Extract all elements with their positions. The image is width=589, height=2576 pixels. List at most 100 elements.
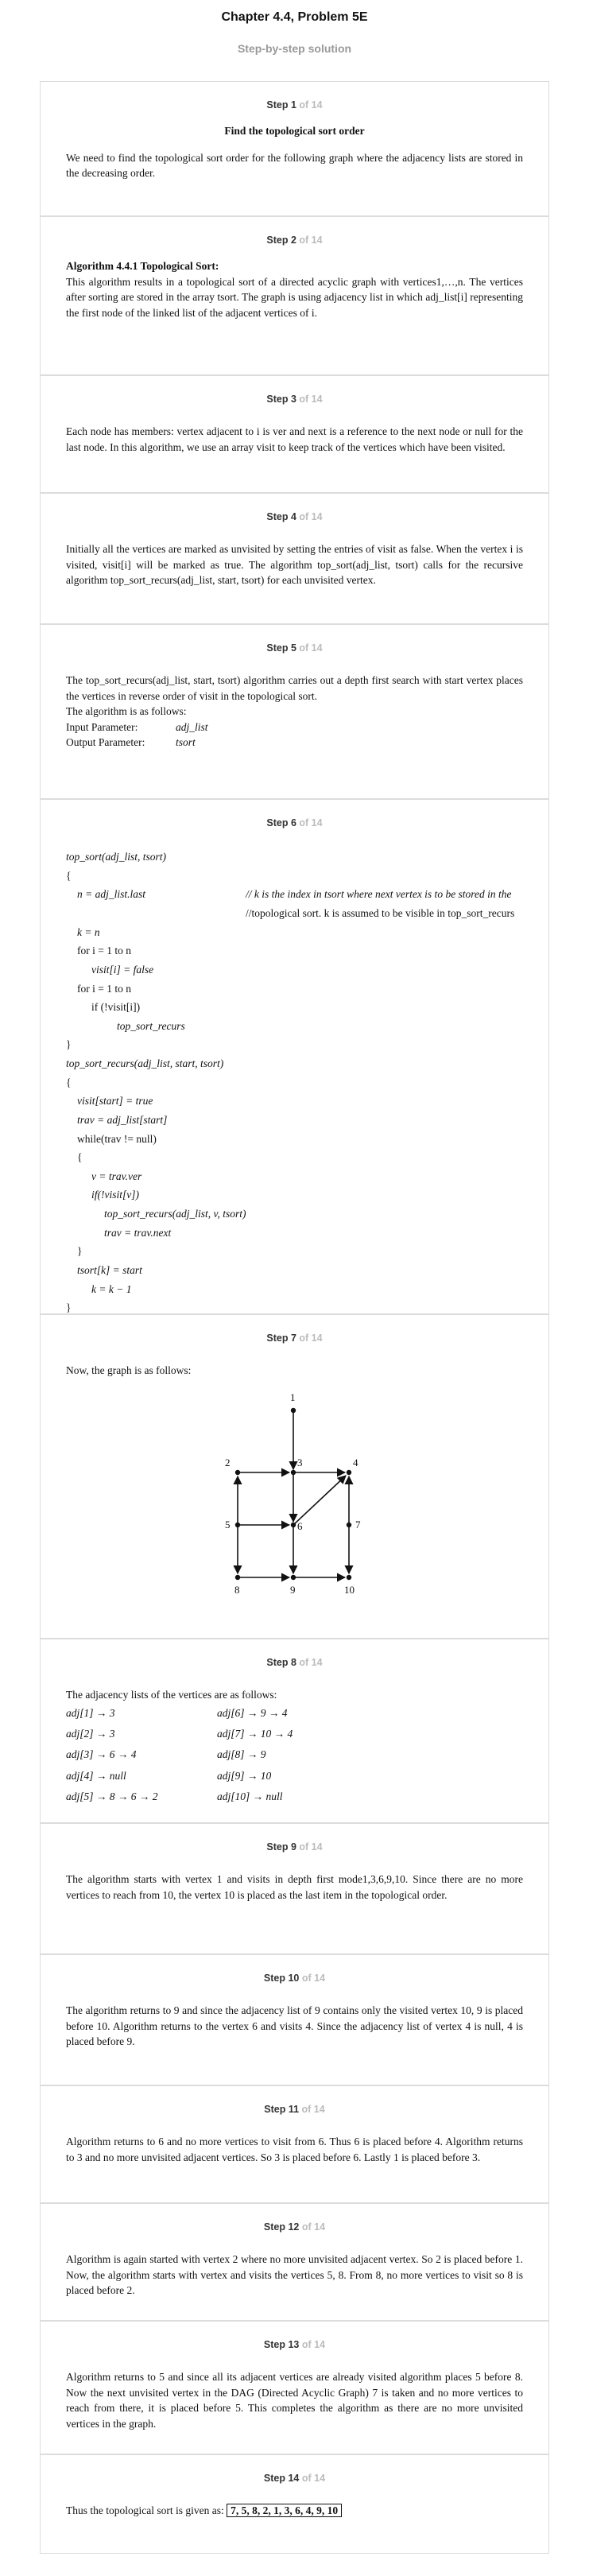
node-2 xyxy=(234,1469,241,1475)
code-line: for i = 1 to n xyxy=(77,982,131,995)
step-header: Step 12 of 14 xyxy=(263,2221,326,2233)
node-10 xyxy=(346,1574,352,1580)
code-line: } xyxy=(77,1245,83,1258)
step-13-card: Step 13 of 14 Algorithm returns to 5 and… xyxy=(40,2321,549,2454)
node-label-7: 7 xyxy=(355,1519,361,1530)
step-heading: Find the topological sort order xyxy=(224,125,365,138)
step-text: The algorithm returns to 9 and since the… xyxy=(66,2004,523,2048)
step-text: The adjacency lists of the vertices are … xyxy=(66,1689,277,1701)
node-4 xyxy=(346,1469,352,1475)
node-7 xyxy=(346,1522,352,1527)
step-text: Each node has members: vertex adjacent t… xyxy=(66,425,523,453)
input-parameter-row: Input Parameter: adj_list xyxy=(66,720,208,733)
code-line: v = trav.ver xyxy=(91,1170,142,1182)
code-line: n = adj_list.last// k is the index in ts… xyxy=(77,888,512,901)
final-answer-box: 7, 5, 8, 2, 1, 3, 6, 4, 9, 10 xyxy=(227,2504,343,2518)
node-label-10: 10 xyxy=(344,1584,355,1596)
page-title: Chapter 4.4, Problem 5E xyxy=(221,10,368,24)
step-heading: Algorithm 4.4.1 Topological Sort: xyxy=(66,260,219,273)
step-text-2: The algorithm is as follows: xyxy=(66,705,187,718)
code-line: { xyxy=(77,1151,83,1164)
code-comment: //topological sort. k is assumed to be v… xyxy=(246,907,515,919)
step-header: Step 10 of 14 xyxy=(263,1973,326,1984)
code-line: if (!visit[i]) xyxy=(91,1001,141,1014)
adjacency-entry: adj[2] → 3 xyxy=(66,1728,115,1740)
step-7-card: Step 7 of 14 Now, the graph is as follow… xyxy=(40,1314,549,1639)
code-line: tsort[k] = start xyxy=(77,1263,142,1276)
node-5 xyxy=(234,1522,241,1527)
step-header: Step 14 of 14 xyxy=(263,2473,326,2484)
code-line: top_sort_recurs(adj_list, v, tsort) xyxy=(104,1208,246,1220)
code-line: k = n xyxy=(77,925,100,938)
node-label-8: 8 xyxy=(234,1584,240,1596)
adjacency-entry: adj[1] → 3 xyxy=(66,1706,115,1719)
code-line: trav = trav.next xyxy=(104,1226,172,1239)
adjacency-entry: adj[10] → null xyxy=(217,1790,283,1802)
node-label-9: 9 xyxy=(290,1584,296,1596)
adjacency-entry: adj[5] → 8 → 6 → 2 xyxy=(66,1790,158,1802)
step-header: Step 6 of 14 xyxy=(266,817,323,828)
node-label-2: 2 xyxy=(225,1457,231,1468)
node-8 xyxy=(234,1574,241,1580)
step-text: Initially all the vertices are marked as… xyxy=(66,543,523,587)
code-line: for i = 1 to n xyxy=(77,945,131,957)
step-text: We need to find the topological sort ord… xyxy=(66,151,523,180)
output-parameter-row: Output Parameter: tsort xyxy=(66,736,196,749)
algorithm-code-block: top_sort(adj_list, tsort) { n = adj_list… xyxy=(66,848,523,1317)
step-12-card: Step 12 of 14 Algorithm is again started… xyxy=(40,2203,549,2321)
node-label-4: 4 xyxy=(353,1457,358,1468)
step-header: Step 1 of 14 xyxy=(266,99,323,111)
node-9 xyxy=(290,1574,296,1580)
adjacency-entry: adj[4] → null xyxy=(66,1769,126,1782)
adjacency-entry: adj[7] → 10 → 4 xyxy=(217,1728,293,1740)
step-8-card: Step 8 of 14 The adjacency lists of the … xyxy=(40,1639,549,1823)
page-subtitle: Step-by-step solution xyxy=(237,42,352,56)
code-line: visit[i] = false xyxy=(91,963,154,976)
step-5-card: Step 5 of 14 The top_sort_recurs(adj_lis… xyxy=(40,624,549,799)
step-header: Step 3 of 14 xyxy=(266,394,323,405)
adjacency-entry: adj[8] → 9 xyxy=(217,1748,266,1761)
step-14-card: Step 14 of 14 Thus the topological sort … xyxy=(40,2454,549,2554)
node-1 xyxy=(290,1407,296,1413)
step-4-card: Step 4 of 14 Initially all the vertices … xyxy=(40,493,549,624)
adjacency-column-right: adj[6] → 9 → 4 adj[7] → 10 → 4 adj[8] → … xyxy=(217,1703,368,1808)
step-text: Algorithm returns to 6 and no more verti… xyxy=(66,2136,523,2163)
step-11-card: Step 11 of 14 Algorithm returns to 6 and… xyxy=(40,2085,549,2203)
step-text: This algorithm results in a topological … xyxy=(66,275,523,319)
step-header: Step 2 of 14 xyxy=(266,235,323,246)
node-label-3: 3 xyxy=(297,1457,303,1468)
step-text: Now, the graph is as follows: xyxy=(66,1364,192,1377)
code-line: while(trav != null) xyxy=(77,1132,157,1145)
step-header: Step 9 of 14 xyxy=(266,1841,323,1852)
code-line: trav = adj_list[start] xyxy=(77,1113,168,1126)
step-3-card: Step 3 of 14 Each node has members: vert… xyxy=(40,375,549,493)
node-label-1: 1 xyxy=(290,1391,296,1403)
code-line: top_sort(adj_list, tsort) xyxy=(66,851,167,863)
node-label-5: 5 xyxy=(225,1519,231,1530)
step-1-card: Step 1 of 14 Find the topological sort o… xyxy=(40,81,549,216)
step-10-card: Step 10 of 14 The algorithm returns to 9… xyxy=(40,1954,549,2085)
adjacency-list-table: adj[1] → 3 adj[2] → 3 adj[3] → 6 → 4 adj… xyxy=(66,1703,523,1808)
adjacency-entry: adj[3] → 6 → 4 xyxy=(66,1748,137,1761)
step-2-card: Step 2 of 14 Algorithm 4.4.1 Topological… xyxy=(40,216,549,375)
edge-6-4 xyxy=(293,1474,347,1526)
step-header: Step 5 of 14 xyxy=(266,642,323,654)
node-label-6: 6 xyxy=(297,1520,303,1532)
code-line: } xyxy=(66,1038,72,1051)
step-6-card: Step 6 of 14 top_sort(adj_list, tsort) {… xyxy=(40,799,549,1314)
step-text: Algorithm is again started with vertex 2… xyxy=(66,2253,523,2297)
code-line: { xyxy=(66,869,72,882)
code-line: { xyxy=(66,1076,72,1088)
page-header: Chapter 4.4, Problem 5E Step-by-step sol… xyxy=(0,0,589,80)
code-line: k = k − 1 xyxy=(91,1282,132,1295)
step-text: Algorithm returns to 5 and since all its… xyxy=(66,2371,523,2430)
step-text: Thus the topological sort is given as: 7… xyxy=(66,2503,523,2519)
dag-graph-diagram: 1 2 3 4 5 6 7 8 9 10 xyxy=(225,1391,361,1596)
step-header: Step 13 of 14 xyxy=(263,2339,326,2350)
step-header: Step 11 of 14 xyxy=(264,2104,325,2115)
step-9-card: Step 9 of 14 The algorithm starts with v… xyxy=(40,1823,549,1954)
step-header: Step 8 of 14 xyxy=(266,1657,323,1668)
step-header: Step 4 of 14 xyxy=(266,511,323,522)
adjacency-entry: adj[9] → 10 xyxy=(217,1769,272,1782)
code-line: if(!visit[v]) xyxy=(91,1189,139,1201)
